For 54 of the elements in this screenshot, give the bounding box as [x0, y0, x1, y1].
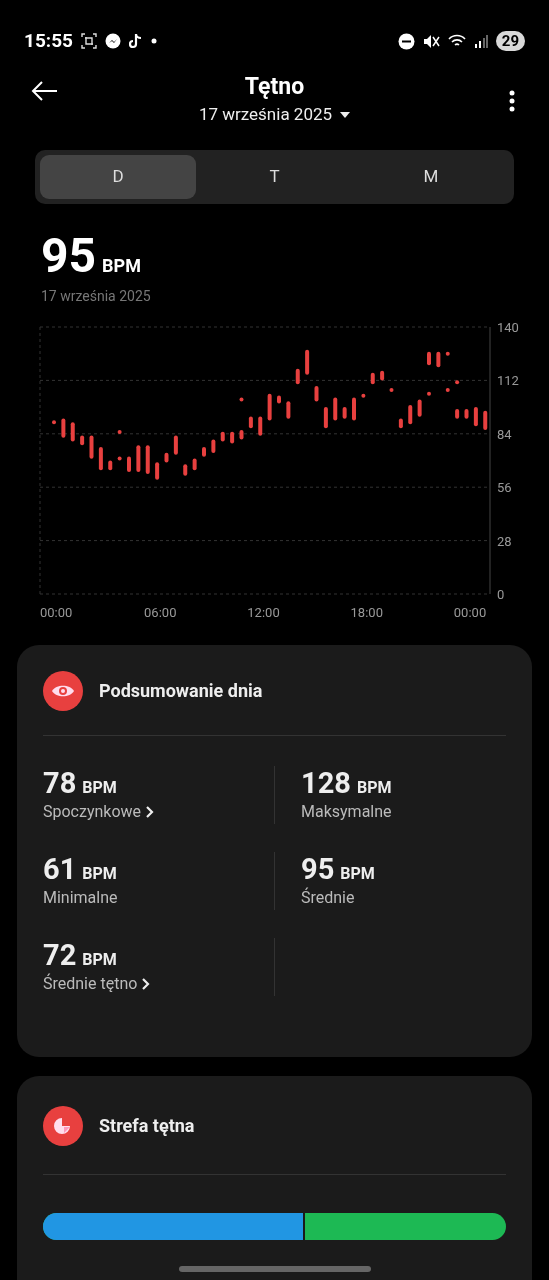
music-note-icon [128, 33, 143, 49]
x-axis-label: 18:00 [350, 604, 383, 619]
y-axis-label: 84 [497, 426, 512, 442]
chat-bubble-icon [104, 33, 121, 49]
stat-label: Spoczynkowe [43, 800, 142, 823]
stat-value: 128 [301, 765, 351, 800]
stat-unit: BPM [82, 776, 117, 799]
eye-icon [43, 670, 83, 711]
stat-value: 61 [43, 851, 77, 886]
y-axis-label: 140 [497, 319, 519, 335]
stat-label: Minimalne [43, 886, 118, 909]
card-title: Strefa tętna [99, 1114, 195, 1138]
stat-label: Maksymalne [301, 800, 392, 823]
do-not-disturb-icon [397, 32, 415, 50]
battery-indicator: 29 [495, 31, 525, 51]
stat-unit: BPM [340, 862, 375, 885]
more-options-icon [509, 90, 515, 112]
x-axis-label: 12:00 [247, 604, 280, 619]
card-title: Podsumowanie dnia [99, 679, 263, 703]
dot-icon [150, 38, 157, 44]
stat-unit: BPM [82, 862, 117, 885]
back-arrow-icon [30, 80, 58, 102]
stat-value: 72 [43, 937, 77, 972]
x-axis-label: 06:00 [144, 604, 177, 619]
current-unit: BPM [102, 253, 141, 278]
period-tab[interactable]: D [40, 154, 197, 199]
current-date: 17 września 2025 [40, 286, 152, 306]
y-axis-label: 0 [497, 586, 505, 602]
y-axis-label: 28 [497, 533, 512, 549]
stat-label: Średnie [301, 886, 355, 909]
screenshot-icon [80, 33, 97, 49]
page-title: Tętno [244, 72, 305, 102]
period-tab[interactable]: M [352, 154, 509, 199]
date-dropdown[interactable]: 17 września 2025 [198, 102, 351, 128]
y-axis-label: 112 [497, 372, 519, 388]
current-value: 95 [41, 229, 97, 282]
y-axis-label: 56 [497, 479, 512, 495]
more-options-button[interactable] [509, 90, 515, 112]
back-button[interactable] [30, 80, 58, 102]
x-axis-label: 00:00 [40, 604, 73, 619]
stat-label: Średnie tętno [43, 972, 138, 995]
period-tab[interactable]: T [196, 154, 353, 199]
stat-value: 95 [301, 851, 335, 886]
signal-icon [473, 34, 488, 48]
chevron-right-icon[interactable] [145, 804, 156, 819]
chevron-right-icon[interactable] [141, 976, 152, 991]
stat-unit: BPM [356, 776, 392, 799]
pie-chart-icon [43, 1105, 83, 1146]
caret-down-icon [340, 111, 351, 118]
stat-unit: BPM [82, 948, 117, 971]
x-axis-label: 00:00 [453, 604, 487, 619]
stat-value: 78 [43, 765, 77, 800]
clock: 15:55 [24, 27, 73, 54]
wifi-icon [447, 33, 466, 49]
